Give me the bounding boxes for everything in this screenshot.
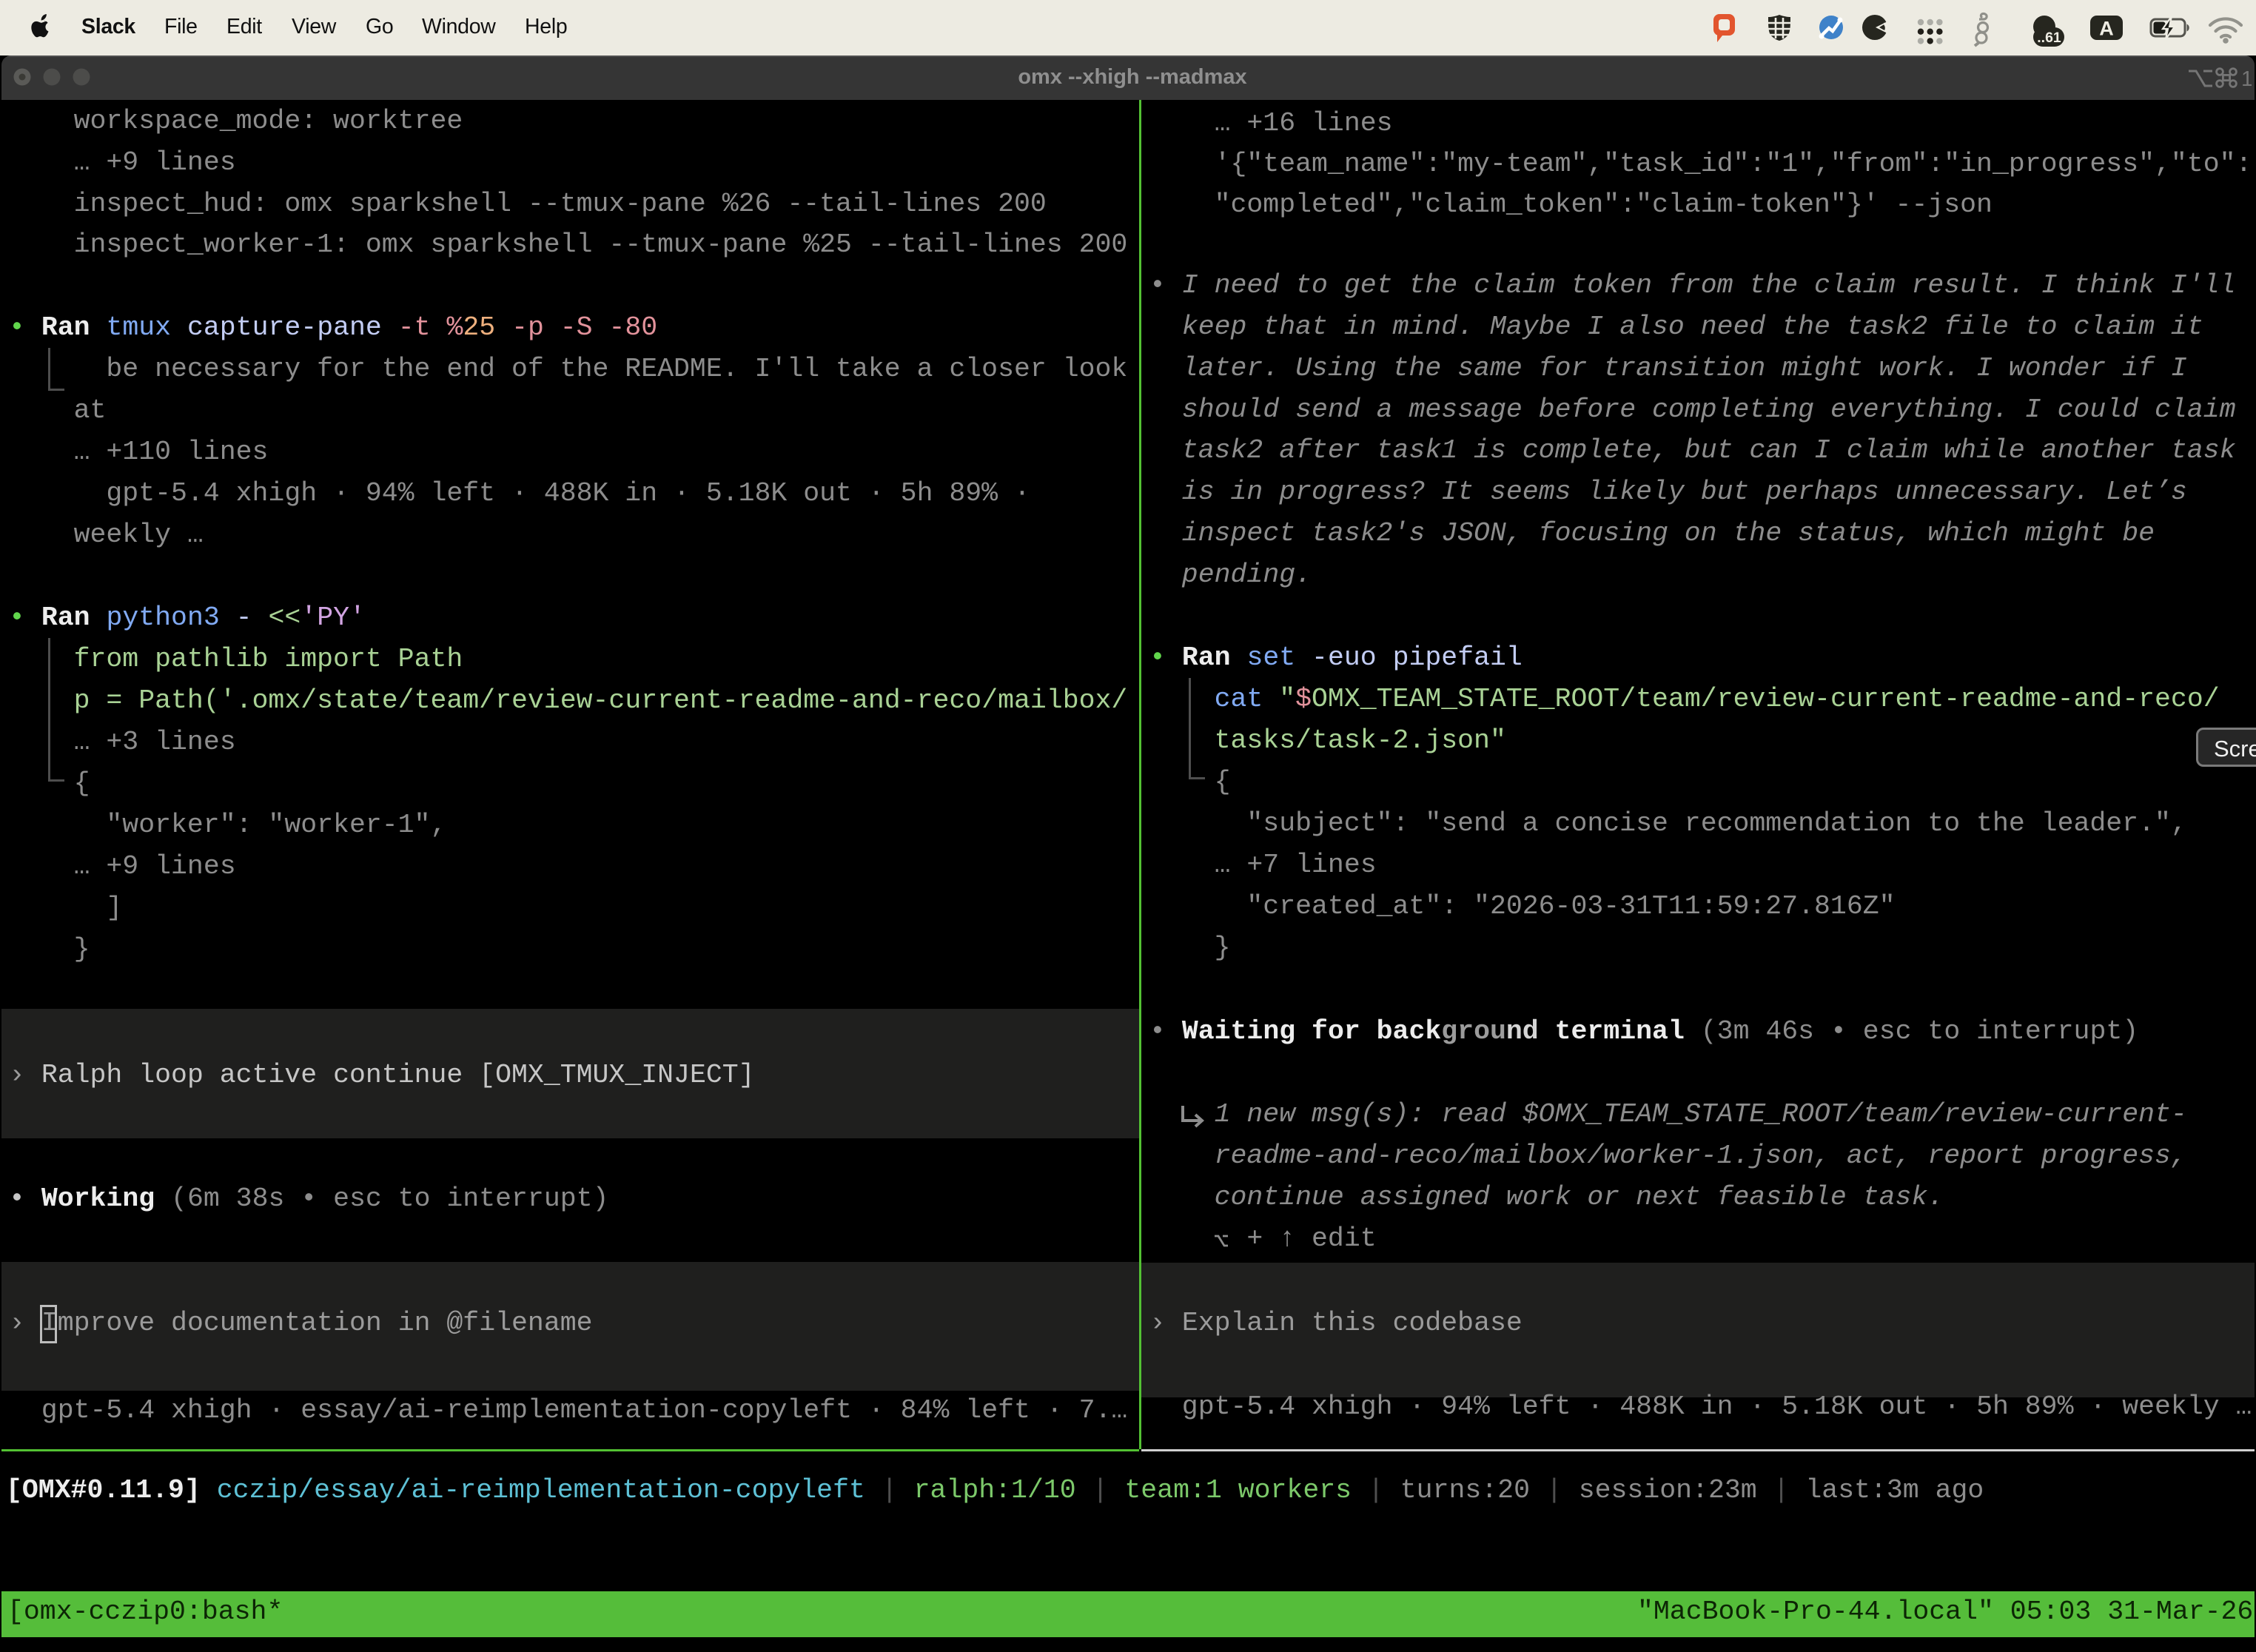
svg-text:1: 1 <box>2241 67 2252 90</box>
svg-text:..61: ..61 <box>2037 30 2061 46</box>
svg-text:A: A <box>2099 18 2114 40</box>
